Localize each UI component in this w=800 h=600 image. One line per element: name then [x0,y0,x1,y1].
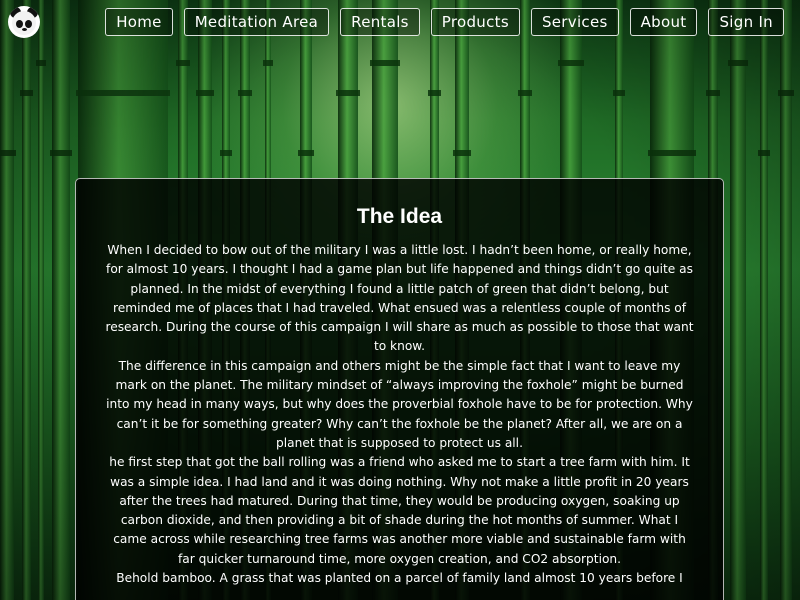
main-nav: Home Meditation Area Rentals Products Se… [105,8,784,36]
nav-about-link[interactable]: About [629,8,698,36]
article-paragraph: The difference in this campaign and othe… [106,358,693,450]
nav-rentals-link[interactable]: Rentals [340,8,420,36]
panda-logo-icon[interactable] [8,6,40,38]
nav-services-link[interactable]: Services [530,8,619,36]
nav-products-link[interactable]: Products [430,8,520,36]
idea-content-card: The Idea When I decided to bow out of th… [75,178,724,600]
nav-meditation-area-link[interactable]: Meditation Area [183,8,330,36]
page: Home Meditation Area Rentals Products Se… [0,0,800,600]
article-title: The Idea [356,205,443,228]
article-paragraph: Behold bamboo. A grass that was planted … [116,571,683,586]
article-paragraph: he first step that got the ball rolling … [109,455,690,566]
nav-home-link[interactable]: Home [105,8,173,36]
nav-sign-in-link[interactable]: Sign In [708,8,784,36]
article-paragraph: When I decided to bow out of the militar… [105,243,694,354]
